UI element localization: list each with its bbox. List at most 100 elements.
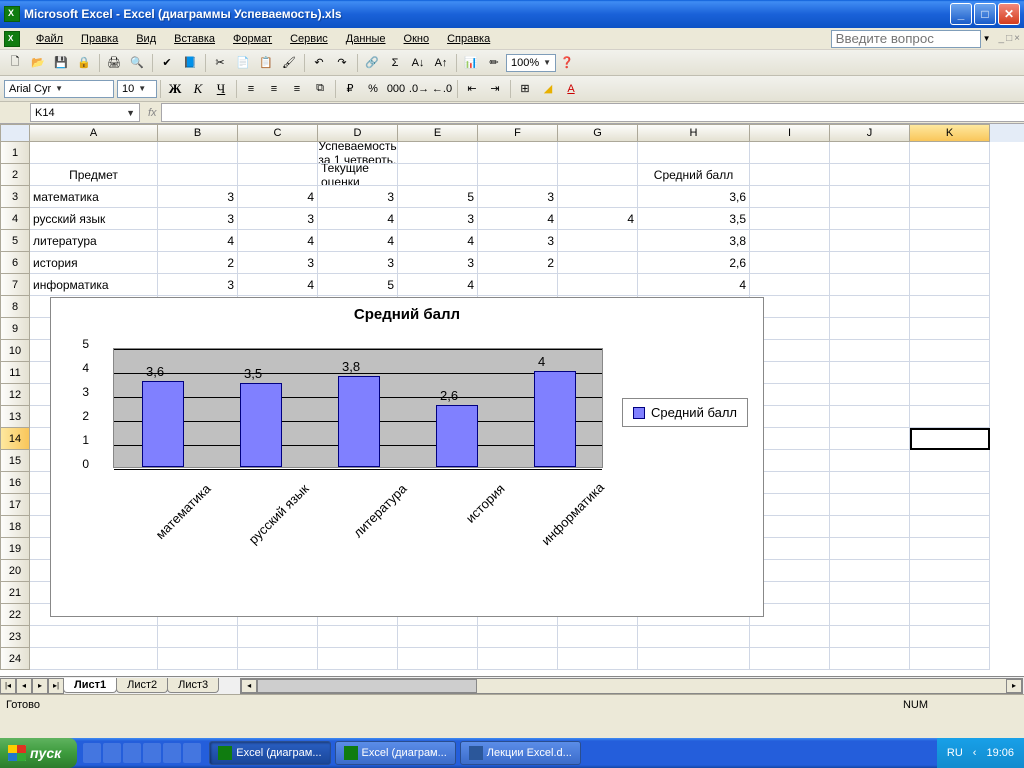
sort-asc-icon[interactable]: A↓: [407, 52, 429, 74]
col-header[interactable]: J: [830, 124, 910, 142]
hyperlink-icon[interactable]: 🔗: [361, 52, 383, 74]
system-tray[interactable]: RU ‹ 19:06: [937, 738, 1024, 768]
cell[interactable]: 3: [478, 230, 558, 252]
cell[interactable]: 2: [478, 252, 558, 274]
row-header[interactable]: 20: [0, 560, 30, 582]
cell[interactable]: [830, 208, 910, 230]
chart-wizard-icon[interactable]: 📊: [460, 52, 482, 74]
cell[interactable]: [478, 648, 558, 670]
row-header[interactable]: 21: [0, 582, 30, 604]
cell[interactable]: [830, 340, 910, 362]
save-icon[interactable]: 💾: [50, 52, 72, 74]
cell[interactable]: [830, 318, 910, 340]
cell[interactable]: [238, 142, 318, 164]
cell[interactable]: [830, 406, 910, 428]
cell[interactable]: [478, 164, 558, 186]
row-header[interactable]: 12: [0, 384, 30, 406]
cell[interactable]: [910, 494, 990, 516]
cell[interactable]: [558, 186, 638, 208]
cell[interactable]: 4: [238, 230, 318, 252]
merge-center-icon[interactable]: ⧉: [309, 78, 331, 100]
new-icon[interactable]: 🗋: [4, 52, 26, 74]
cell[interactable]: [638, 626, 750, 648]
open-icon[interactable]: 📂: [27, 52, 49, 74]
cell[interactable]: [910, 516, 990, 538]
cell[interactable]: [750, 186, 830, 208]
copy-icon[interactable]: 📄: [232, 52, 254, 74]
row-header[interactable]: 17: [0, 494, 30, 516]
cell[interactable]: 3,8: [638, 230, 750, 252]
cell[interactable]: [910, 142, 990, 164]
cell[interactable]: 3,6: [638, 186, 750, 208]
column-headers[interactable]: A B C D E F G H I J K: [0, 124, 1024, 142]
col-header[interactable]: E: [398, 124, 478, 142]
cell[interactable]: [910, 362, 990, 384]
cell[interactable]: [830, 428, 910, 450]
cell[interactable]: [750, 230, 830, 252]
col-header[interactable]: K: [910, 124, 990, 142]
cell[interactable]: 3,5: [638, 208, 750, 230]
cell[interactable]: [558, 626, 638, 648]
cell[interactable]: 4: [238, 186, 318, 208]
row-header[interactable]: 15: [0, 450, 30, 472]
fx-icon[interactable]: fx: [148, 107, 157, 119]
cell[interactable]: [558, 230, 638, 252]
cell[interactable]: [30, 142, 158, 164]
sheet-tab-3[interactable]: Лист3: [167, 678, 219, 693]
cell[interactable]: [238, 626, 318, 648]
format-painter-icon[interactable]: 🖌: [278, 52, 300, 74]
cell[interactable]: [638, 142, 750, 164]
app-mini-icon[interactable]: [4, 31, 20, 47]
cell[interactable]: [910, 450, 990, 472]
cell[interactable]: 4: [158, 230, 238, 252]
menu-window[interactable]: Окно: [396, 31, 438, 47]
row-header[interactable]: 13: [0, 406, 30, 428]
ql-icon[interactable]: [103, 743, 121, 763]
cell[interactable]: [910, 384, 990, 406]
cell[interactable]: 3: [318, 186, 398, 208]
row-header[interactable]: 3: [0, 186, 30, 208]
cell[interactable]: [478, 142, 558, 164]
borders-icon[interactable]: ⊞: [514, 78, 536, 100]
font-name-combo[interactable]: Arial Cyr▼: [4, 80, 114, 98]
cell[interactable]: [910, 648, 990, 670]
decrease-decimal-icon[interactable]: ←.0: [431, 78, 453, 100]
cell[interactable]: 3: [478, 186, 558, 208]
col-header[interactable]: I: [750, 124, 830, 142]
row-header[interactable]: 9: [0, 318, 30, 340]
select-all-corner[interactable]: [0, 124, 30, 142]
cell[interactable]: [158, 648, 238, 670]
font-color-icon[interactable]: A: [560, 78, 582, 100]
cell[interactable]: [398, 648, 478, 670]
percent-icon[interactable]: %: [362, 78, 384, 100]
col-header[interactable]: F: [478, 124, 558, 142]
cell[interactable]: [750, 142, 830, 164]
cell[interactable]: 3: [158, 186, 238, 208]
cell[interactable]: [558, 142, 638, 164]
cell[interactable]: 3: [158, 274, 238, 296]
align-left-icon[interactable]: ≡: [240, 78, 262, 100]
tab-nav-prev-icon[interactable]: ◂: [16, 678, 32, 694]
row-header[interactable]: 19: [0, 538, 30, 560]
cell[interactable]: [30, 626, 158, 648]
preview-icon[interactable]: 🔍: [126, 52, 148, 74]
cell[interactable]: [830, 626, 910, 648]
cell[interactable]: 4: [478, 208, 558, 230]
ql-icon[interactable]: [123, 743, 141, 763]
decrease-indent-icon[interactable]: ⇤: [461, 78, 483, 100]
cell[interactable]: [750, 208, 830, 230]
cell[interactable]: [398, 164, 478, 186]
cell[interactable]: [830, 560, 910, 582]
spell-icon[interactable]: ✔: [156, 52, 178, 74]
formula-bar[interactable]: [161, 103, 1024, 122]
col-header[interactable]: D: [318, 124, 398, 142]
chevron-down-icon[interactable]: ▼: [983, 34, 991, 43]
cell[interactable]: [750, 626, 830, 648]
col-header[interactable]: C: [238, 124, 318, 142]
cell[interactable]: [910, 274, 990, 296]
cell[interactable]: [910, 472, 990, 494]
row-header[interactable]: 8: [0, 296, 30, 318]
underline-button[interactable]: Ч: [210, 78, 232, 100]
bold-button[interactable]: Ж: [164, 78, 186, 100]
scroll-right-icon[interactable]: ▸: [1006, 679, 1022, 693]
